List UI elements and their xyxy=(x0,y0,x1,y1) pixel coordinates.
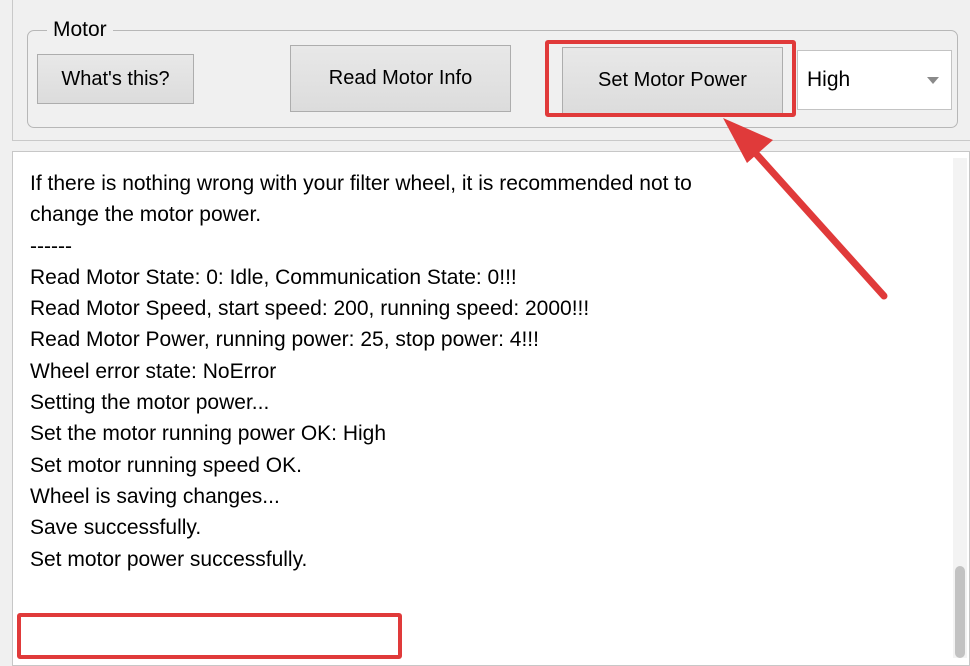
chevron-down-icon xyxy=(927,77,939,84)
log-line: Read Motor Power, running power: 25, sto… xyxy=(30,328,539,352)
motor-group-legend: Motor xyxy=(47,18,113,42)
log-line: Set motor running speed OK. xyxy=(30,453,302,477)
log-scrollbar-thumb[interactable] xyxy=(955,566,965,658)
log-line: Set the motor running power OK: High xyxy=(30,422,387,446)
set-motor-power-button[interactable]: Set Motor Power xyxy=(562,47,783,114)
log-line: Wheel is saving changes... xyxy=(30,484,280,508)
log-line: change the motor power. xyxy=(30,203,262,227)
motor-power-select-value: High xyxy=(807,68,851,91)
log-line: If there is nothing wrong with your filt… xyxy=(30,172,692,195)
motor-power-select[interactable]: High xyxy=(797,50,952,110)
log-line: Save successfully. xyxy=(30,516,202,540)
log-output[interactable]: If there is nothing wrong with your filt… xyxy=(12,151,970,666)
read-motor-info-button[interactable]: Read Motor Info xyxy=(290,45,511,112)
log-line: Read Motor Speed, start speed: 200, runn… xyxy=(30,297,590,321)
log-text-area: If there is nothing wrong with your filt… xyxy=(30,168,930,575)
whats-this-button[interactable]: What's this? xyxy=(37,54,194,104)
log-line: Set motor power successfully. xyxy=(30,547,308,571)
log-scrollbar[interactable] xyxy=(953,158,967,658)
log-line: ------ xyxy=(30,234,72,258)
log-line: Setting the motor power... xyxy=(30,391,270,415)
log-line: Read Motor State: 0: Idle, Communication… xyxy=(30,265,517,289)
log-line: Wheel error state: NoError xyxy=(30,359,277,383)
